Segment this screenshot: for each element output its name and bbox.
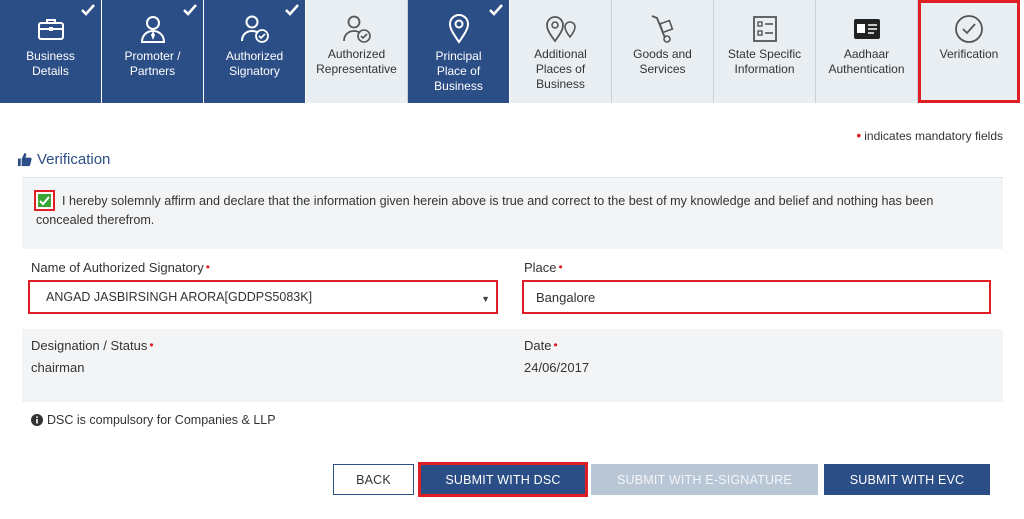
briefcase-icon	[31, 12, 71, 46]
declaration-box: I hereby solemnly affirm and declare tha…	[22, 177, 1003, 249]
date-label-text: Date	[524, 338, 552, 353]
circle-check-icon	[949, 12, 989, 46]
tab-authorized-signatory[interactable]: Authorized Signatory	[204, 0, 306, 103]
declaration-checkbox[interactable]	[34, 190, 55, 211]
location-pin-icon	[439, 12, 479, 46]
place-label: Place •	[524, 260, 563, 275]
tab-goods-and-services[interactable]: Goods and Services	[612, 0, 714, 103]
required-dot-icon: •	[856, 127, 862, 143]
tab-label-line: Promoter /	[124, 49, 181, 63]
multi-pin-icon	[541, 12, 581, 46]
completed-check-icon	[489, 4, 503, 16]
person-check-icon	[235, 12, 275, 46]
checkbox-checked-icon	[38, 194, 51, 207]
signatory-select-value: ANGAD JASBIRSINGH ARORA[GDDPS5083K]	[46, 290, 313, 304]
tab-label-line: Business	[26, 49, 75, 63]
tab-aadhaar-authentication[interactable]: Aadhaar Authentication	[816, 0, 918, 103]
dsc-note: DSC is compulsory for Companies & LLP	[31, 413, 276, 427]
required-dot-icon: •	[149, 338, 154, 352]
hand-truck-icon	[643, 12, 683, 46]
tab-label-line: Places of	[535, 62, 586, 76]
tab-label-line: Authorized	[327, 47, 386, 61]
tab-state-specific-information[interactable]: State Specific Information	[714, 0, 816, 103]
tab-authorized-representative[interactable]: Authorized Representative	[306, 0, 408, 103]
info-icon	[31, 414, 43, 426]
tab-label-line: Representative	[316, 62, 397, 76]
date-value: 24/06/2017	[524, 360, 590, 375]
tab-label-line: State Specific	[727, 47, 802, 61]
tab-label-line: Goods and	[633, 47, 692, 61]
completed-check-icon	[285, 4, 299, 16]
signatory-label: Name of Authorized Signatory •	[31, 260, 210, 275]
thumbs-up-icon	[17, 152, 32, 167]
tab-label-line: Authentication	[828, 62, 905, 76]
designation-label-text: Designation / Status	[31, 338, 148, 353]
step-tabs: Business Details Promoter / Partners Autho…	[0, 0, 1024, 103]
declaration-text: I hereby solemnly affirm and declare tha…	[36, 194, 934, 227]
submit-with-esignature-button[interactable]: SUBMIT WITH E-SIGNATURE	[591, 464, 818, 495]
tab-promoter-partners[interactable]: Promoter / Partners	[102, 0, 204, 103]
tab-label-line: Verification	[939, 47, 999, 61]
place-input[interactable]: Bangalore	[522, 280, 991, 314]
mandatory-fields-note: • indicates mandatory fields	[856, 127, 1003, 143]
designation-value: chairman	[31, 360, 85, 375]
submit-with-dsc-button[interactable]: SUBMIT WITH DSC	[418, 462, 588, 497]
place-input-value: Bangalore	[536, 289, 596, 305]
person-tie-icon	[133, 12, 173, 46]
mandatory-note-text: indicates mandatory fields	[864, 129, 1003, 143]
tab-label-line: Details	[32, 64, 69, 78]
tab-principal-place-of-business[interactable]: Principal Place of Business	[408, 0, 510, 103]
signatory-select[interactable]: ANGAD JASBIRSINGH ARORA[GDDPS5083K] ▼	[28, 280, 498, 314]
required-dot-icon: •	[558, 260, 563, 274]
section-title-text: Verification	[37, 151, 111, 168]
tab-verification[interactable]: Verification	[918, 0, 1020, 103]
dsc-note-text: DSC is compulsory for Companies & LLP	[47, 413, 276, 427]
tab-label-line: Authorized	[225, 49, 284, 63]
place-label-text: Place	[524, 260, 557, 275]
id-card-icon	[847, 12, 887, 46]
dropdown-arrow-icon: ▼	[481, 294, 490, 304]
details-box: Designation / Status • chairman Date • 24/…	[22, 329, 1003, 402]
completed-check-icon	[183, 4, 197, 16]
signatory-form: Name of Authorized Signatory • ANGAD JASB…	[22, 256, 1003, 326]
tab-label-line: Principal	[435, 49, 482, 63]
tab-label-line: Business	[434, 79, 483, 93]
completed-check-icon	[81, 4, 95, 16]
required-dot-icon: •	[205, 260, 210, 274]
person-check-icon	[337, 12, 377, 46]
required-dot-icon: •	[553, 338, 558, 352]
tab-additional-places-of-business[interactable]: Additional Places of Business	[510, 0, 612, 103]
tab-label-line: Business	[536, 77, 585, 91]
tab-label-line: Information	[734, 62, 795, 76]
tab-label-line: Services	[639, 62, 686, 76]
form-list-icon	[745, 12, 785, 46]
submit-with-evc-button[interactable]: SUBMIT WITH EVC	[824, 464, 990, 495]
tab-business-details[interactable]: Business Details	[0, 0, 102, 103]
date-label: Date •	[524, 338, 558, 353]
tab-label-line: Aadhaar	[843, 47, 890, 61]
tab-label-line: Additional	[534, 47, 587, 61]
designation-label: Designation / Status •	[31, 338, 154, 353]
tab-label-line: Partners	[129, 64, 176, 78]
tab-label-line: Signatory	[229, 64, 280, 78]
signatory-label-text: Name of Authorized Signatory	[31, 260, 204, 275]
section-title: Verification	[17, 151, 110, 168]
tab-label-line: Place of	[436, 64, 481, 78]
back-button[interactable]: BACK	[333, 464, 414, 495]
